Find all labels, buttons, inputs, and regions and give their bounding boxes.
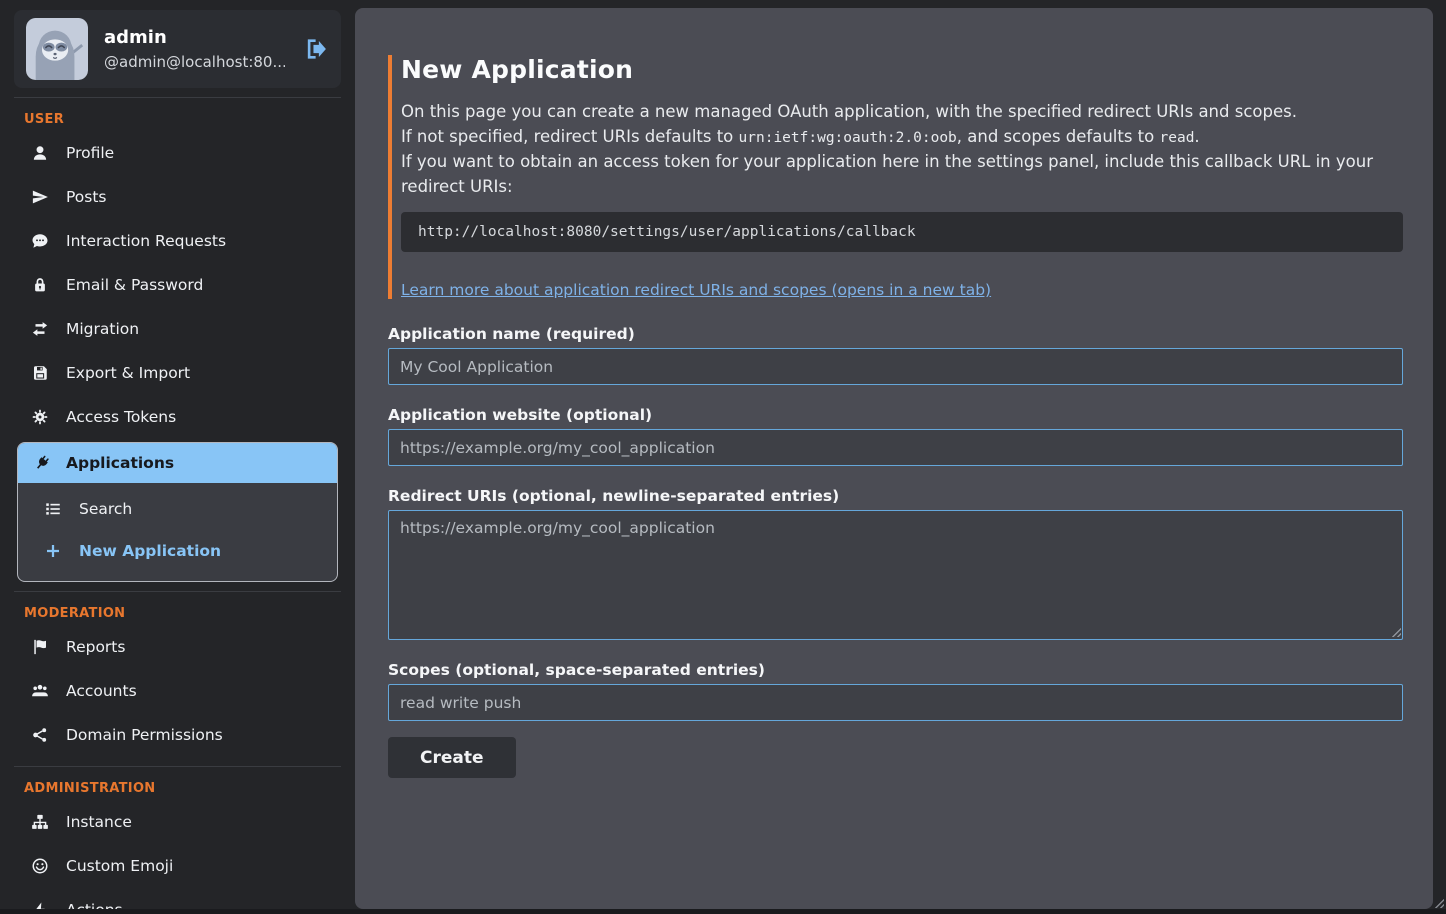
sidebar-item-reports[interactable]: Reports <box>0 625 355 669</box>
user-icon <box>30 144 49 163</box>
redirect-uris-label: Redirect URIs (optional, newline-separat… <box>388 487 1403 505</box>
intro-line-2-pre: If not specified, redirect URIs defaults… <box>401 127 739 146</box>
sidebar-item-applications[interactable]: Applications <box>18 443 337 483</box>
sidebar-item-accounts[interactable]: Accounts <box>0 669 355 713</box>
sidebar-item-label: Interaction Requests <box>66 230 226 252</box>
sidebar-item-label: Custom Emoji <box>66 855 173 877</box>
sidebar-item-label: Accounts <box>66 680 137 702</box>
applications-submenu: Search New Application <box>18 483 337 581</box>
inline-code-read: read <box>1160 130 1195 146</box>
sidebar-item-label: Applications <box>66 452 174 474</box>
intro-line-2-post: . <box>1194 127 1199 146</box>
scopes-label: Scopes (optional, space-separated entrie… <box>388 661 1403 679</box>
smile-icon <box>30 857 49 876</box>
sidebar-item-label: Export & Import <box>66 362 190 384</box>
gear-icon <box>30 408 49 427</box>
flag-icon <box>30 638 49 657</box>
page-title: New Application <box>401 55 1403 84</box>
sidebar-item-new-application[interactable]: New Application <box>18 530 337 572</box>
horizontal-scrollbar-track[interactable] <box>0 909 1446 914</box>
sidebar-item-label: Reports <box>66 636 125 658</box>
sidebar-item-export-import[interactable]: Export & Import <box>0 351 355 395</box>
intro-line-3: If you want to obtain an access token fo… <box>401 152 1373 196</box>
sidebar-item-label: Access Tokens <box>66 406 176 428</box>
inline-code-oob: urn:ietf:wg:oauth:2.0:oob <box>739 130 957 146</box>
intro-line-1: On this page you can create a new manage… <box>401 102 1297 121</box>
lock-icon <box>30 276 49 295</box>
divider <box>14 766 341 767</box>
user-card: admin @admin@localhost:80... <box>14 10 341 88</box>
list-icon <box>43 500 62 519</box>
settings-app: admin @admin@localhost:80... USER Profil… <box>0 0 1446 914</box>
new-application-form: Application name (required) Application … <box>388 325 1403 778</box>
sign-out-icon[interactable] <box>301 36 327 62</box>
paper-plane-icon <box>30 188 49 207</box>
sidebar-item-label: Instance <box>66 811 132 833</box>
sidebar-item-label: New Application <box>79 540 221 562</box>
sidebar-item-instance[interactable]: Instance <box>0 800 355 844</box>
sidebar-item-interaction-requests[interactable]: Interaction Requests <box>0 219 355 263</box>
plug-icon <box>32 454 51 473</box>
floppy-disk-icon <box>30 364 49 383</box>
applications-block: Applications Search New Application <box>17 442 338 582</box>
section-title-user: USER <box>24 112 355 127</box>
callback-url-code-block: http://localhost:8080/settings/user/appl… <box>401 212 1403 252</box>
comment-dots-icon <box>30 232 49 251</box>
sidebar-item-label: Migration <box>66 318 139 340</box>
scopes-input[interactable] <box>388 684 1403 721</box>
sidebar-item-label: Email & Password <box>66 274 203 296</box>
sidebar-item-posts[interactable]: Posts <box>0 175 355 219</box>
user-name: admin <box>104 27 285 48</box>
intro-line-2-mid: , and scopes defaults to <box>957 127 1160 146</box>
sidebar-item-custom-emoji[interactable]: Custom Emoji <box>0 844 355 888</box>
sloth-avatar <box>26 18 88 80</box>
user-meta: admin @admin@localhost:80... <box>104 27 285 71</box>
sidebar-item-label: Search <box>79 498 132 520</box>
sidebar-item-profile[interactable]: Profile <box>0 131 355 175</box>
sidebar-item-migration[interactable]: Migration <box>0 307 355 351</box>
docs-section: New Application On this page you can cre… <box>388 55 1403 299</box>
sidebar: admin @admin@localhost:80... USER Profil… <box>0 0 355 914</box>
sidebar-item-domain-permissions[interactable]: Domain Permissions <box>0 713 355 757</box>
create-button[interactable]: Create <box>388 737 516 778</box>
sidebar-item-label: Profile <box>66 142 114 164</box>
redirect-uris-textarea-wrap <box>388 510 1403 640</box>
sidebar-item-access-tokens[interactable]: Access Tokens <box>0 395 355 439</box>
application-website-label: Application website (optional) <box>388 406 1403 424</box>
application-name-label: Application name (required) <box>388 325 1403 343</box>
plus-icon <box>43 542 62 561</box>
redirect-uris-textarea[interactable] <box>388 510 1403 640</box>
share-nodes-icon <box>30 726 49 745</box>
sidebar-item-label: Domain Permissions <box>66 724 223 746</box>
sitemap-icon <box>30 813 49 832</box>
arrows-left-right-icon <box>30 320 49 339</box>
sidebar-item-label: Posts <box>66 186 107 208</box>
users-icon <box>30 682 49 701</box>
divider <box>14 591 341 592</box>
section-title-moderation: MODERATION <box>24 606 355 621</box>
user-handle: @admin@localhost:80... <box>104 53 285 71</box>
learn-more-link[interactable]: Learn more about application redirect UR… <box>401 281 991 299</box>
application-name-input[interactable] <box>388 348 1403 385</box>
main-panel: New Application On this page you can cre… <box>355 8 1433 909</box>
sidebar-item-applications-search[interactable]: Search <box>18 488 337 530</box>
application-website-input[interactable] <box>388 429 1403 466</box>
divider <box>14 97 341 98</box>
sidebar-item-email-password[interactable]: Email & Password <box>0 263 355 307</box>
intro-text: On this page you can create a new manage… <box>401 100 1403 199</box>
section-title-administration: ADMINISTRATION <box>24 781 355 796</box>
